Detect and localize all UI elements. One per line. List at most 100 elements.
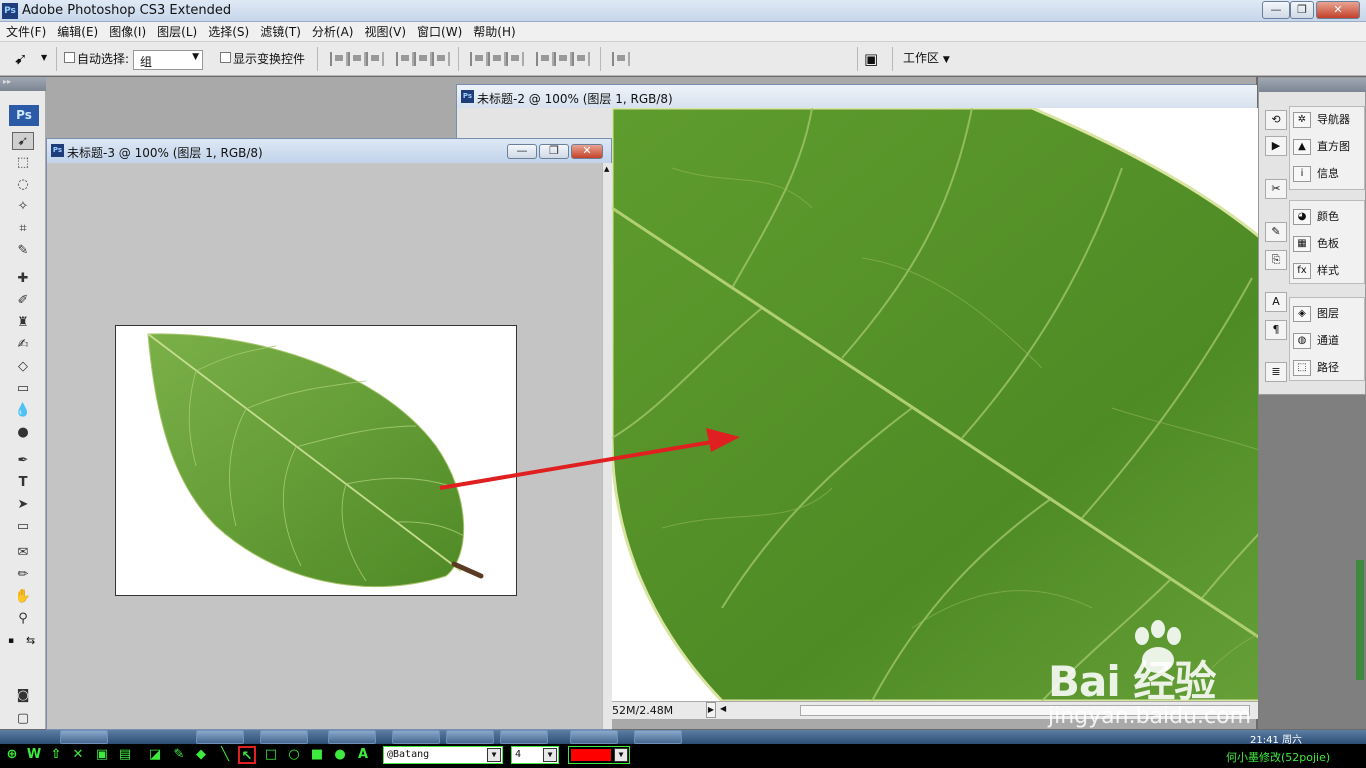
align-vcenter-icon[interactable]	[348, 52, 366, 66]
notes-tool-icon[interactable]: ✉	[12, 544, 34, 562]
paths-panel-item[interactable]: ⬚ 路径	[1293, 357, 1365, 379]
capture-color-select[interactable]: ▼	[568, 746, 630, 764]
paragraph-panel-icon[interactable]: ¶	[1265, 320, 1287, 340]
clone-source-icon[interactable]: ⎘	[1265, 250, 1287, 270]
screen-mode-icon[interactable]: ▢	[12, 710, 34, 728]
doc-restore-button[interactable]: ❐	[539, 144, 569, 159]
workspace-button[interactable]: 工作区 ▼	[903, 49, 957, 69]
capture-add-icon[interactable]: ⊕	[3, 746, 21, 764]
capture-ellipse-icon[interactable]: ○	[285, 746, 303, 764]
capture-text-icon[interactable]: A	[354, 746, 372, 764]
clone-stamp-tool-icon[interactable]: ♜	[12, 314, 34, 332]
taskbar-item-photoshop[interactable]	[500, 730, 548, 744]
zoom-tool-icon[interactable]: ⚲	[12, 610, 34, 628]
close-button[interactable]: ✕	[1316, 1, 1360, 19]
menu-select[interactable]: 选择(S)	[202, 22, 254, 40]
menu-edit[interactable]: 编辑(E)	[51, 22, 103, 40]
color-panel-item[interactable]: ◕ 颜色	[1293, 206, 1365, 228]
auto-select-checkbox[interactable]	[64, 52, 75, 63]
document-3-vertical-scrollbar[interactable]: ▲	[602, 163, 612, 729]
distribute-left-icon[interactable]	[536, 52, 554, 66]
restore-button[interactable]: ❐	[1290, 1, 1314, 19]
blur-tool-icon[interactable]: 💧	[12, 402, 34, 420]
eraser-tool-icon[interactable]: ◇	[12, 358, 34, 376]
swatches-panel-item[interactable]: ▦ 色板	[1293, 233, 1365, 255]
layers-panel-item[interactable]: ◈ 图层	[1293, 303, 1365, 325]
capture-pencil-icon[interactable]: ✎	[170, 746, 188, 764]
capture-line-icon[interactable]: ╲	[216, 746, 234, 764]
capture-save-icon[interactable]: ▣	[93, 746, 111, 764]
menu-filter[interactable]: 滤镜(T)	[254, 22, 306, 40]
quick-mask-icon[interactable]: ◙	[12, 687, 34, 705]
taskbar-item-4[interactable]	[328, 730, 376, 744]
move-tool-icon[interactable]: ➹	[12, 132, 34, 150]
slice-tool-icon[interactable]: ✎	[12, 242, 34, 260]
minimize-button[interactable]: —	[1262, 1, 1290, 19]
taskbar-item-8[interactable]	[634, 730, 682, 744]
capture-fill-icon[interactable]: ◆	[192, 746, 210, 764]
toolbox-header[interactable]: ▸▸	[0, 77, 46, 91]
capture-up-icon[interactable]: ⇧	[47, 746, 65, 764]
capture-cancel-icon[interactable]: ✕	[69, 746, 87, 764]
crop-tool-icon[interactable]: ⌗	[12, 220, 34, 238]
capture-filled-ellipse-icon[interactable]: ●	[331, 746, 349, 764]
history-brush-tool-icon[interactable]: ✍	[12, 336, 34, 354]
character-panel-icon[interactable]: A	[1265, 292, 1287, 312]
menu-analysis[interactable]: 分析(A)	[306, 22, 359, 40]
capture-size-select[interactable]: 4 ▼	[511, 746, 559, 764]
pen-tool-icon[interactable]: ✒	[12, 452, 34, 470]
capture-font-select[interactable]: @Batang ▼	[383, 746, 503, 764]
show-transform-checkbox[interactable]	[220, 52, 231, 63]
scroll-left-icon[interactable]: ◀	[720, 704, 726, 713]
menu-view[interactable]: 视图(V)	[358, 22, 411, 40]
layer-comps-icon[interactable]: ≣	[1265, 362, 1287, 382]
path-selection-tool-icon[interactable]: ➤	[12, 496, 34, 514]
marquee-tool-icon[interactable]: ⬚	[12, 154, 34, 172]
align-left-icon[interactable]	[396, 52, 414, 66]
menu-file[interactable]: 文件(F)	[0, 22, 51, 40]
capture-arrow-icon[interactable]: ↖	[238, 746, 256, 764]
doc-close-button[interactable]: ✕	[571, 144, 603, 159]
history-panel-icon[interactable]: ⟲	[1265, 110, 1287, 130]
menu-window[interactable]: 窗口(W)	[411, 22, 467, 40]
auto-select-dropdown[interactable]: 组 ▼	[133, 50, 203, 70]
panel-dock-header[interactable]	[1259, 78, 1366, 92]
bridge-icon[interactable]: ▣	[864, 50, 878, 68]
lasso-tool-icon[interactable]: ◌	[12, 176, 34, 194]
channels-panel-item[interactable]: ◍ 通道	[1293, 330, 1365, 352]
scroll-up-icon[interactable]: ▲	[604, 165, 609, 173]
distribute-bottom-icon[interactable]	[506, 52, 524, 66]
eyedropper-tool-icon[interactable]: ✏	[12, 566, 34, 584]
move-tool-preset-icon[interactable]: ➹	[14, 49, 27, 68]
align-bottom-icon[interactable]	[366, 52, 384, 66]
taskbar-item-6[interactable]	[446, 730, 494, 744]
distribute-vcenter-icon[interactable]	[488, 52, 506, 66]
distribute-top-icon[interactable]	[470, 52, 488, 66]
actions-panel-icon[interactable]: ▶	[1265, 136, 1287, 156]
auto-align-icon[interactable]	[612, 52, 630, 66]
align-hcenter-icon[interactable]	[414, 52, 432, 66]
magic-wand-tool-icon[interactable]: ✧	[12, 198, 34, 216]
doc-minimize-button[interactable]: —	[507, 144, 537, 159]
swap-colors-icon[interactable]: ⇆	[26, 634, 35, 647]
capture-rect-icon[interactable]: □	[262, 746, 280, 764]
styles-panel-item[interactable]: fx 样式	[1293, 260, 1365, 282]
document-2-titlebar[interactable]: Ps 未标题-2 @ 100% (图层 1, RGB/8)	[457, 85, 1257, 109]
capture-folder-icon[interactable]: ▤	[116, 746, 134, 764]
histogram-panel-item[interactable]: ▲ 直方图	[1293, 136, 1365, 158]
distribute-hcenter-icon[interactable]	[554, 52, 572, 66]
dodge-tool-icon[interactable]: ●	[12, 424, 34, 442]
taskbar-item-3[interactable]	[260, 730, 308, 744]
document-3-canvas[interactable]	[115, 325, 517, 596]
capture-filled-rect-icon[interactable]: ■	[308, 746, 326, 764]
status-menu-arrow-icon[interactable]: ▶	[706, 702, 716, 718]
menu-image[interactable]: 图像(I)	[103, 22, 151, 40]
align-top-icon[interactable]	[330, 52, 348, 66]
healing-brush-tool-icon[interactable]: ✚	[12, 270, 34, 288]
tool-presets-icon[interactable]: ✂	[1265, 179, 1287, 199]
menu-layer[interactable]: 图层(L)	[151, 22, 202, 40]
menu-help[interactable]: 帮助(H)	[467, 22, 520, 40]
brushes-panel-icon[interactable]: ✎	[1265, 222, 1287, 242]
hand-tool-icon[interactable]: ✋	[12, 588, 34, 606]
brush-tool-icon[interactable]: ✐	[12, 292, 34, 310]
